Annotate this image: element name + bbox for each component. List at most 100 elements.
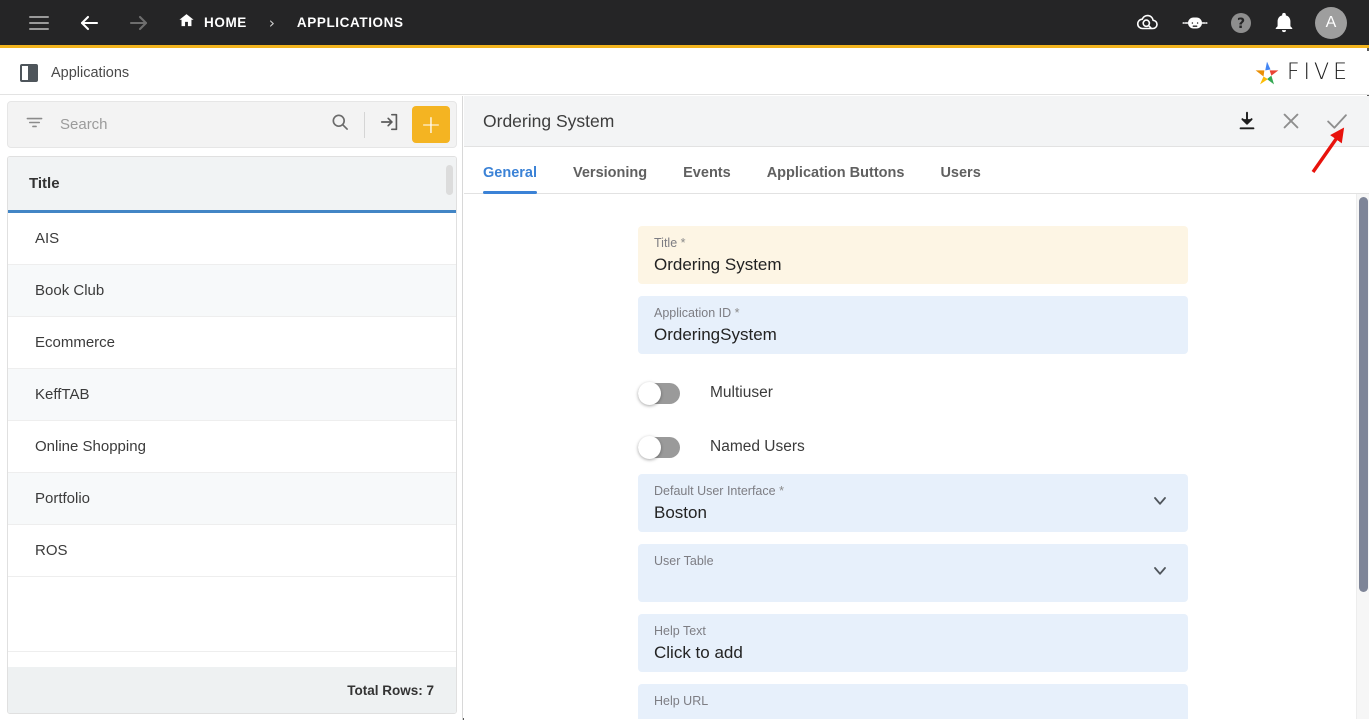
default-user-interface-value: Boston — [654, 503, 707, 523]
list-item[interactable]: KeffTAB — [8, 369, 456, 421]
default-user-interface-field[interactable]: Default User Interface * Boston — [638, 474, 1188, 533]
named-users-toggle-row: Named Users — [638, 420, 1188, 474]
user-table-label: User Table — [654, 554, 714, 569]
tab-users[interactable]: Users — [940, 165, 980, 193]
title-field[interactable]: Title * Ordering System — [638, 226, 1188, 285]
user-table-field[interactable]: User Table — [638, 544, 1188, 603]
filter-icon[interactable] — [25, 113, 44, 137]
named-users-toggle[interactable] — [638, 435, 680, 459]
list-item-label: ROS — [35, 542, 68, 559]
title-field-label-text: Title — [654, 236, 678, 250]
required-marker: * — [731, 306, 740, 321]
column-header-title[interactable]: Title — [29, 175, 60, 192]
list-item[interactable]: Book Club — [8, 265, 456, 317]
list-item-label: Online Shopping — [35, 438, 146, 455]
checkmark-icon[interactable] — [1324, 109, 1349, 134]
list-item-label: Book Club — [35, 282, 105, 299]
list-item[interactable]: Portfolio — [8, 473, 456, 525]
detail-action-group — [1236, 109, 1369, 134]
title-field-value: Ordering System — [654, 254, 782, 274]
panel-layout-icon — [20, 63, 38, 82]
application-id-field[interactable]: Application ID * OrderingSystem — [638, 296, 1188, 355]
tab-general[interactable]: General — [483, 165, 537, 194]
toggle-knob — [638, 435, 661, 459]
breadcrumb-applications[interactable]: APPLICATIONS — [297, 15, 404, 30]
default-user-interface-label-text: Default User Interface — [654, 484, 776, 499]
close-x-icon[interactable] — [1280, 110, 1302, 132]
breadcrumb-home[interactable]: HOME — [204, 15, 247, 30]
list-empty-space — [8, 577, 456, 652]
page-title: Applications — [51, 64, 130, 81]
help-url-value — [654, 713, 1172, 719]
brand-word: FIVE — [1286, 60, 1351, 85]
import-icon[interactable] — [379, 111, 401, 138]
list-item-label: KeffTAB — [35, 386, 90, 403]
arrow-left-icon[interactable] — [72, 6, 106, 40]
detail-title: Ordering System — [483, 110, 615, 131]
search-bar: + — [7, 101, 457, 148]
required-marker: * — [677, 236, 686, 250]
help-text-field[interactable]: Help Text Click to add — [638, 614, 1188, 673]
application-subheader: Applications FIVE — [0, 51, 1369, 95]
list-column-header: Title — [8, 157, 456, 213]
five-pinwheel-icon — [1255, 61, 1279, 84]
list-item-label: AIS — [35, 230, 60, 247]
chevron-down-icon[interactable] — [1150, 561, 1170, 586]
list-item[interactable]: AIS — [8, 213, 456, 265]
toggle-knob — [638, 381, 661, 405]
list-rows: AIS Book Club Ecommerce KeffTAB Online S… — [8, 213, 456, 652]
top-nav-left-group: HOME › APPLICATIONS — [0, 6, 404, 40]
form-scrollbar-thumb[interactable] — [1359, 197, 1368, 592]
search-input[interactable] — [60, 116, 330, 133]
default-user-interface-label: Default User Interface * — [654, 484, 1172, 499]
list-item-label: Ecommerce — [35, 334, 116, 351]
hamburger-menu-icon[interactable] — [22, 6, 56, 40]
top-nav-right-group: ? A — [1135, 6, 1369, 39]
avatar[interactable]: A — [1315, 6, 1347, 39]
home-icon[interactable] — [178, 12, 195, 34]
magnifier-icon[interactable] — [330, 112, 350, 137]
application-id-field-label: Application ID * — [654, 306, 1172, 321]
breadcrumb: HOME › APPLICATIONS — [178, 12, 404, 34]
help-text-value: Click to add — [654, 642, 743, 662]
help-text-label: Help Text — [654, 624, 706, 639]
user-table-value — [654, 573, 1172, 593]
named-users-label: Named Users — [710, 438, 805, 456]
help-url-label: Help URL — [654, 694, 709, 709]
robot-icon[interactable] — [1181, 12, 1209, 34]
application-window: HOME › APPLICATIONS ? A Applications FIV… — [0, 0, 1369, 720]
form-scrollbar[interactable] — [1356, 194, 1369, 719]
tab-versioning[interactable]: Versioning — [573, 165, 647, 193]
tab-events[interactable]: Events — [683, 165, 731, 193]
application-id-label-text: Application ID — [654, 306, 732, 321]
toolbar-divider — [364, 111, 365, 138]
required-marker: * — [775, 484, 784, 499]
multiuser-toggle[interactable] — [638, 381, 680, 405]
help-icon[interactable]: ? — [1229, 11, 1253, 35]
list-item[interactable]: Online Shopping — [8, 421, 456, 473]
arrow-right-icon[interactable] — [122, 6, 156, 40]
svg-text:?: ? — [1237, 16, 1245, 32]
top-navigation-bar: HOME › APPLICATIONS ? A — [0, 0, 1369, 48]
detail-form: Title * Ordering System Application ID *… — [638, 226, 1188, 719]
tab-application-buttons[interactable]: Application Buttons — [767, 165, 905, 193]
detail-header: Ordering System — [464, 96, 1369, 147]
title-field-label: Title * — [654, 236, 1172, 251]
add-application-button[interactable]: + — [412, 106, 450, 143]
download-icon[interactable] — [1236, 110, 1258, 132]
applications-list-card: Title AIS Book Club Ecommerce KeffTAB On… — [7, 156, 457, 714]
list-footer: Total Rows: 7 — [8, 667, 456, 713]
list-item[interactable]: ROS — [8, 525, 456, 577]
chevron-down-icon[interactable] — [1150, 491, 1170, 516]
detail-tabs: General Versioning Events Application Bu… — [464, 147, 1369, 194]
list-scrollbar-thumb[interactable] — [446, 165, 453, 195]
applications-list-pane: + Title AIS Book Club Ecommerce KeffTAB … — [0, 96, 463, 720]
multiuser-toggle-row: Multiuser — [638, 366, 1188, 420]
list-item-label: Portfolio — [35, 490, 91, 507]
five-logo: FIVE — [1253, 59, 1351, 87]
notification-bell-icon[interactable] — [1273, 12, 1295, 34]
list-item[interactable]: Ecommerce — [8, 317, 456, 369]
detail-form-scroll-area: Title * Ordering System Application ID *… — [464, 194, 1369, 719]
cloud-search-icon[interactable] — [1135, 10, 1161, 36]
help-url-field[interactable]: Help URL — [638, 684, 1188, 719]
